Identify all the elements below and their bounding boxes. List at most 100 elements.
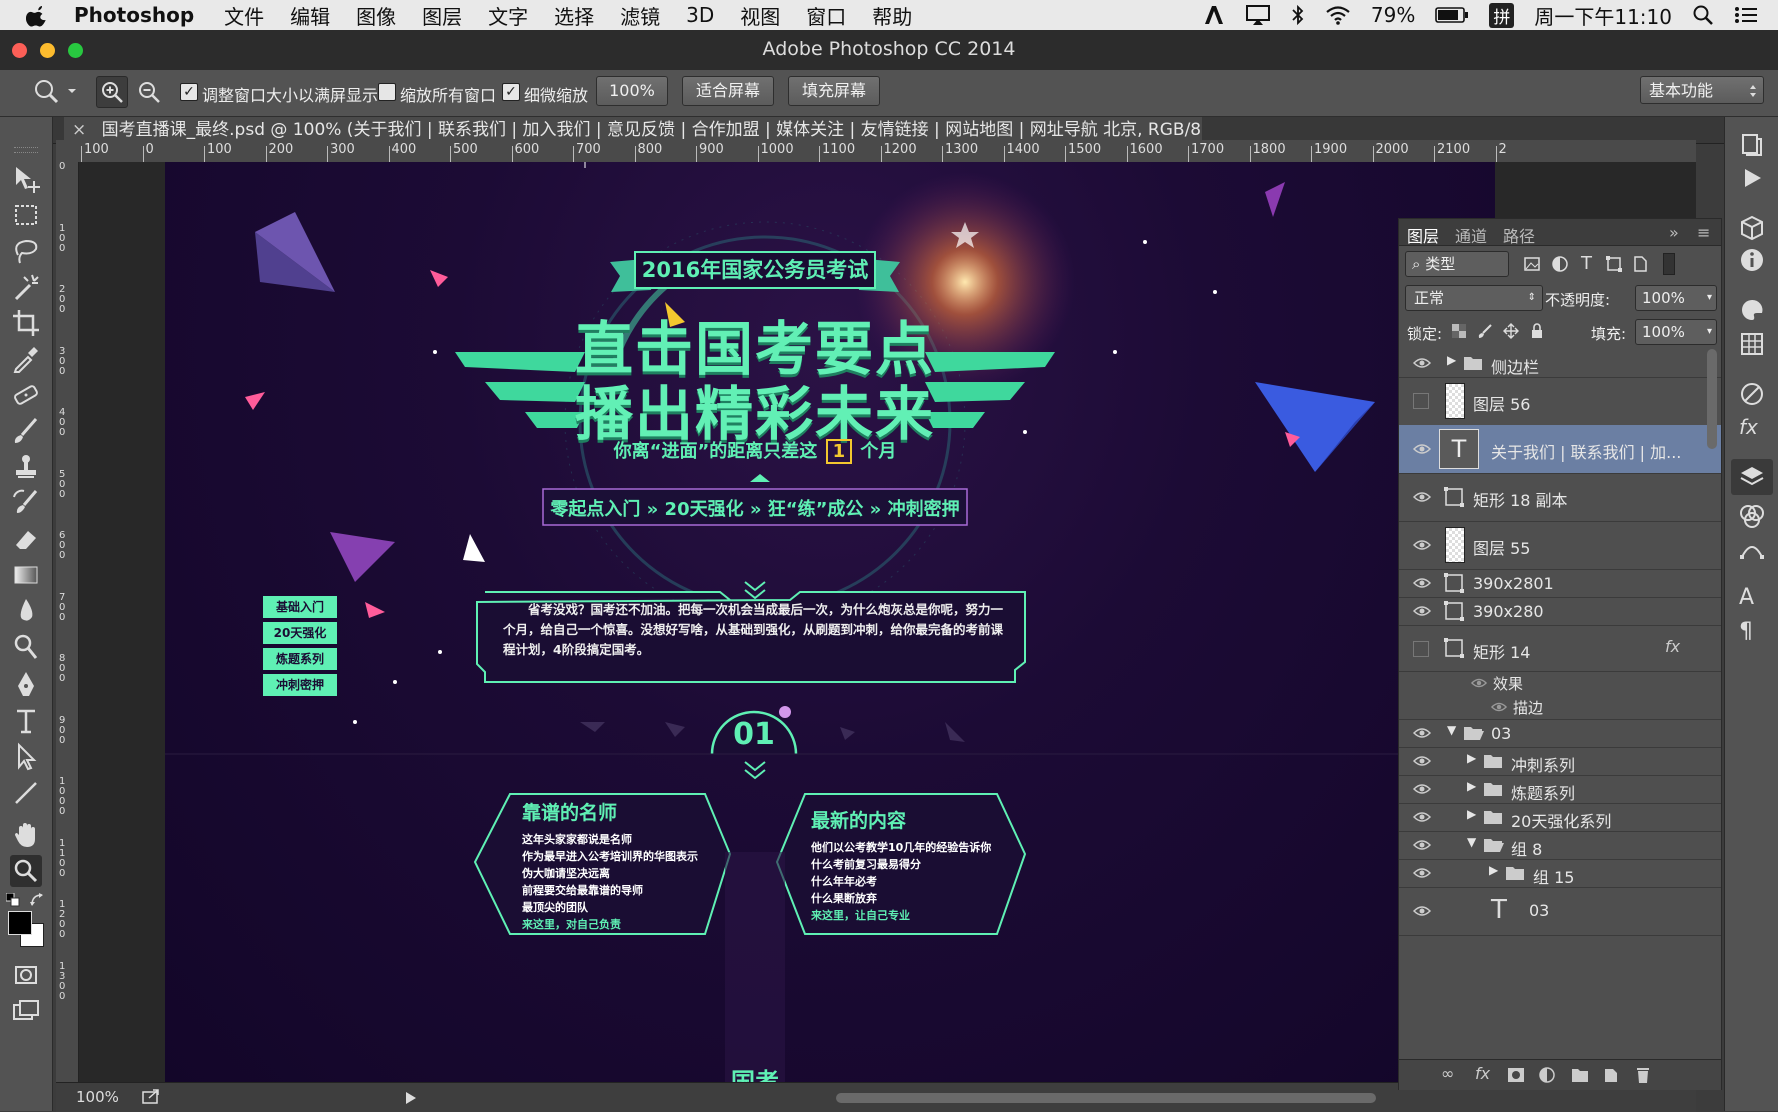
layer-row[interactable]: 矩形 14 fx (1399, 625, 1721, 672)
actual-pixels-button[interactable]: 100% (596, 76, 668, 106)
visibility-eye-icon[interactable] (1491, 699, 1507, 715)
blur-tool[interactable] (10, 595, 42, 627)
visibility-eye-icon[interactable] (1413, 864, 1431, 882)
workspace-switcher[interactable]: 基本功能 (1640, 76, 1764, 104)
side-button-basic[interactable]: 基础入门 (263, 596, 337, 618)
gradient-tool[interactable] (10, 559, 42, 591)
swatches-panel-icon[interactable] (1739, 331, 1765, 357)
collapse-arrow-icon[interactable]: ▼ (1467, 835, 1476, 849)
filter-smart-object-icon[interactable] (1631, 255, 1649, 273)
visibility-eye-icon[interactable] (1413, 602, 1431, 620)
menu-edit[interactable]: 编辑 (290, 1, 330, 30)
export-icon[interactable] (142, 1089, 160, 1105)
horizontal-scrollbar[interactable] (836, 1093, 1376, 1103)
layer-row[interactable]: 390x2801 (1399, 569, 1721, 598)
filter-shape-icon[interactable] (1605, 255, 1623, 273)
airplay-icon[interactable] (1245, 4, 1271, 26)
expand-arrow-icon[interactable]: ▶ (1467, 807, 1476, 821)
pen-tool[interactable] (10, 669, 42, 701)
menu-view[interactable]: 视图 (740, 1, 780, 30)
layer-row[interactable]: 390x280 (1399, 597, 1721, 626)
layer-row[interactable]: 矩形 18 副本 (1399, 473, 1721, 522)
3d-panel-icon[interactable] (1739, 215, 1765, 241)
side-button-20days[interactable]: 20天强化 (263, 622, 337, 644)
quick-mask-button[interactable] (10, 959, 42, 991)
move-tool[interactable] (10, 163, 42, 195)
visibility-toggle-empty[interactable] (1413, 393, 1429, 409)
new-adjustment-icon[interactable] (1539, 1067, 1555, 1083)
play-arrow-icon[interactable] (406, 1092, 416, 1104)
wifi-icon[interactable] (1325, 4, 1351, 26)
menu-help[interactable]: 帮助 (872, 1, 912, 30)
hand-tool[interactable] (10, 819, 42, 851)
menu-app-name[interactable]: Photoshop (74, 3, 194, 27)
visibility-eye-icon[interactable] (1413, 780, 1431, 798)
layer-row[interactable]: ▶ 冲刺系列 (1399, 747, 1721, 776)
panel-expand-icon[interactable]: » (1669, 223, 1679, 242)
layer-row[interactable]: ▶ 炼题系列 (1399, 775, 1721, 804)
vertical-ruler[interactable]: 0 100 200 300 400 500 600 700 800 900 1000 1100 1200… (56, 162, 79, 1082)
swap-colors-icon[interactable] (30, 893, 44, 907)
fit-screen-button[interactable]: 适合屏幕 (682, 76, 774, 106)
layer-row[interactable]: ▶ 组 15 (1399, 859, 1721, 888)
layers-scrollbar[interactable] (1707, 349, 1717, 449)
eraser-tool[interactable] (10, 523, 42, 555)
default-colors-icon[interactable] (6, 893, 20, 907)
tab-channels[interactable]: 通道 (1455, 223, 1487, 247)
menu-type[interactable]: 文字 (488, 1, 528, 30)
fill-input[interactable]: 100% ▾ (1635, 319, 1717, 345)
filter-toggle[interactable] (1663, 253, 1675, 275)
scrubby-zoom-checkbox[interactable]: ✓ (502, 83, 520, 101)
menu-select[interactable]: 选择 (554, 1, 594, 30)
apple-icon[interactable] (26, 3, 50, 27)
visibility-eye-icon[interactable] (1413, 488, 1431, 506)
zoom-tool-preset-icon[interactable] (30, 76, 76, 106)
fill-screen-button[interactable]: 填充屏幕 (788, 76, 880, 106)
channels-panel-icon[interactable] (1739, 503, 1765, 529)
menu-image[interactable]: 图像 (356, 1, 396, 30)
tab-layers[interactable]: 图层 (1407, 223, 1439, 247)
clone-stamp-tool[interactable] (10, 451, 42, 483)
filter-adjustment-icon[interactable] (1551, 255, 1569, 273)
menu-3d[interactable]: 3D (686, 3, 714, 27)
filter-pixel-icon[interactable] (1523, 255, 1541, 273)
lock-position-icon[interactable] (1503, 323, 1519, 339)
eyedropper-tool[interactable] (10, 343, 42, 375)
foreground-color-swatch[interactable] (8, 911, 32, 935)
add-mask-icon[interactable] (1507, 1067, 1525, 1083)
side-button-sprint[interactable]: 冲刺密押 (263, 674, 337, 696)
history-brush-tool[interactable] (10, 487, 42, 519)
side-button-practice[interactable]: 炼题系列 (263, 648, 337, 670)
blend-mode-select[interactable]: 正常 ⇕ (1405, 285, 1543, 311)
close-document-icon[interactable]: × (72, 120, 86, 140)
layer-row[interactable]: ▶ 侧边栏 (1399, 349, 1721, 378)
new-group-icon[interactable] (1571, 1067, 1589, 1083)
layer-row[interactable]: T 03 (1399, 887, 1721, 936)
visibility-eye-icon[interactable] (1413, 808, 1431, 826)
history-panel-icon[interactable] (1739, 131, 1765, 157)
path-selection-tool[interactable] (10, 741, 42, 773)
menu-window[interactable]: 窗口 (806, 1, 846, 30)
menu-layer[interactable]: 图层 (422, 1, 462, 30)
expand-arrow-icon[interactable]: ▶ (1447, 353, 1456, 367)
bluetooth-icon[interactable] (1291, 4, 1305, 26)
new-layer-icon[interactable] (1603, 1067, 1619, 1083)
expand-arrow-icon[interactable]: ▶ (1467, 779, 1476, 793)
lock-all-icon[interactable] (1529, 323, 1545, 339)
type-tool[interactable] (10, 705, 42, 737)
opacity-input[interactable]: 100% ▾ (1635, 285, 1717, 311)
adobe-icon[interactable] (1203, 4, 1225, 26)
expand-arrow-icon[interactable]: ▶ (1489, 863, 1498, 877)
tab-paths[interactable]: 路径 (1503, 223, 1535, 247)
actions-panel-icon[interactable] (1739, 165, 1765, 191)
notification-center-icon[interactable] (1734, 5, 1758, 25)
toolbar-grip[interactable] (14, 147, 38, 153)
crop-tool[interactable] (10, 307, 42, 339)
brush-tool[interactable] (10, 415, 42, 447)
panel-menu-icon[interactable]: ≡ (1697, 223, 1710, 242)
layer-row[interactable]: ▶ 20天强化系列 (1399, 803, 1721, 832)
layer-row[interactable]: 图层 55 (1399, 521, 1721, 570)
visibility-eye-icon[interactable] (1413, 902, 1431, 920)
healing-brush-tool[interactable] (10, 379, 42, 411)
layer-row[interactable]: ▼ 组 8 (1399, 831, 1721, 860)
